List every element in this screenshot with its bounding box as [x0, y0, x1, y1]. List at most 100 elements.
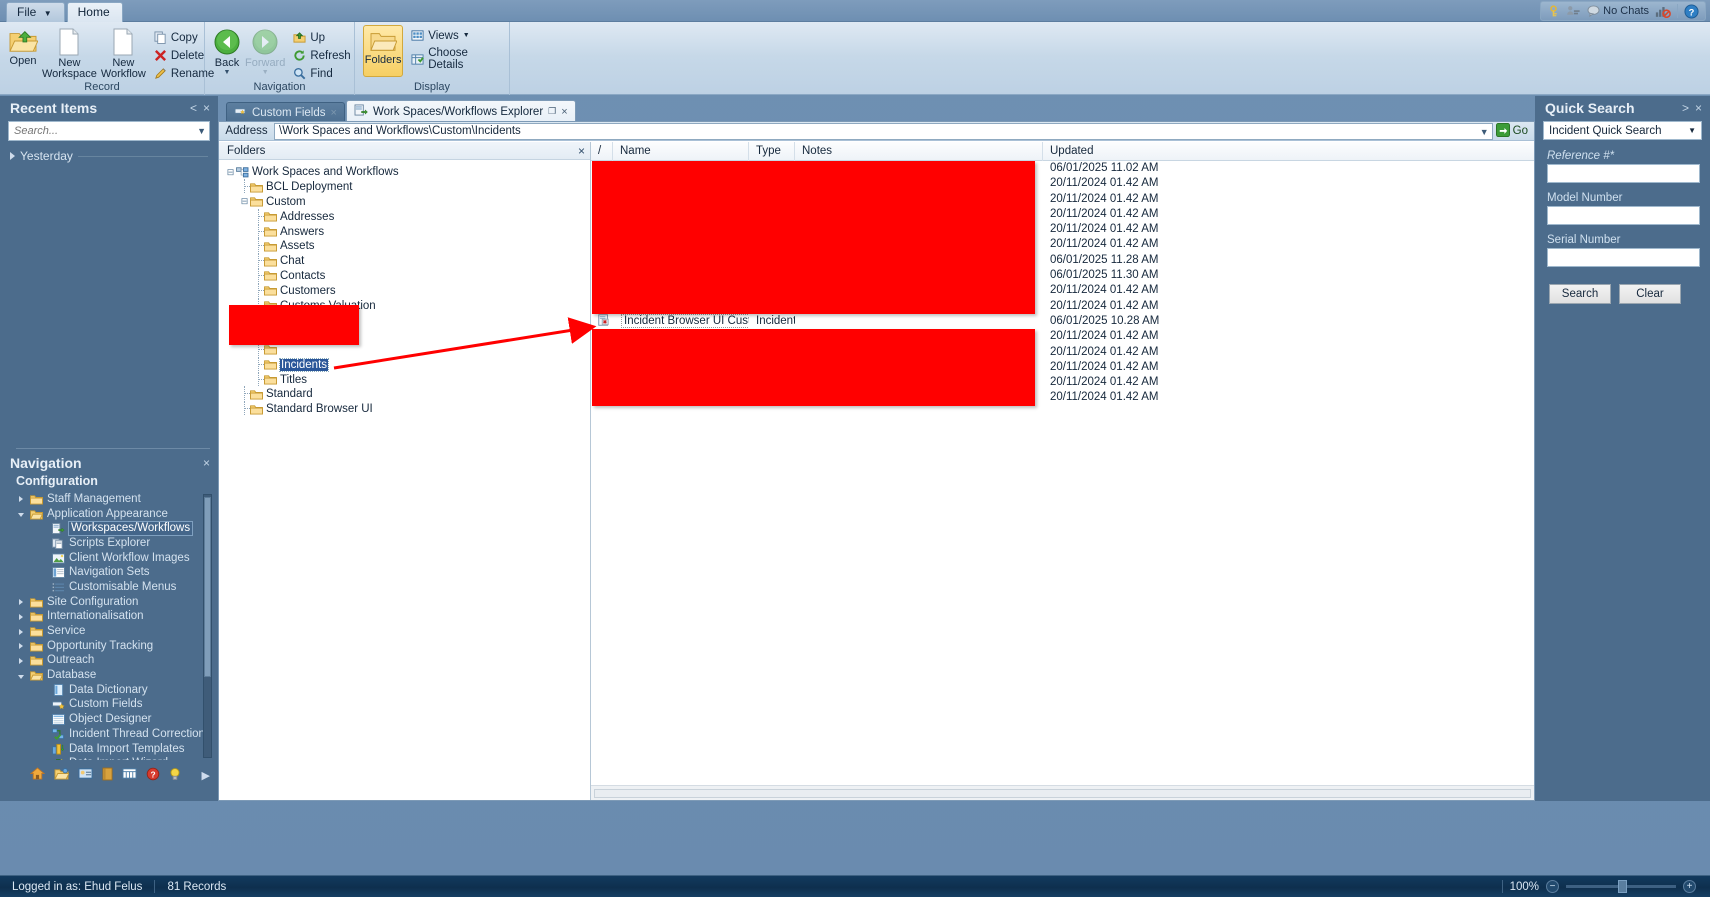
table-row[interactable]: Incident Browser UI Custom Incident 06/01/… [591, 313, 1534, 329]
chevron-right-icon[interactable] [16, 640, 26, 652]
key-icon[interactable] [1547, 4, 1560, 18]
new-workspace-button[interactable]: New Workspace [42, 25, 97, 80]
column-header-updated[interactable]: Updated [1043, 142, 1534, 161]
folder-tree-node-addresses[interactable]: Addresses [225, 208, 590, 224]
nav-item-scripts-explorer[interactable]: Scripts Explorer [8, 536, 218, 551]
nav-item-application-appearance[interactable]: Application Appearance [8, 507, 218, 522]
scrollbar-thumb[interactable] [204, 497, 211, 677]
more-arrow-icon[interactable]: ▶ [202, 769, 210, 782]
chevron-right-icon[interactable] [16, 493, 26, 505]
choose-details-button[interactable]: Choose Details [407, 46, 501, 72]
nav-item-opportunity-tracking[interactable]: Opportunity Tracking [8, 639, 218, 654]
ribbon-tab-home[interactable]: Home [66, 2, 123, 22]
tree-collapse-icon[interactable]: ⊟ [239, 196, 250, 207]
quick-search-field-input[interactable] [1547, 164, 1700, 183]
folder-tree-node-work-spaces-and-workflows[interactable]: ⊟ Work Spaces and Workflows [225, 165, 590, 180]
recent-items-search-input[interactable] [8, 121, 210, 141]
ribbon-tab-file[interactable]: File ▼ [6, 2, 65, 22]
views-button[interactable]: Views ▼ [407, 28, 501, 43]
folder-tree-node-titles[interactable]: Titles [225, 371, 590, 387]
up-button[interactable]: Up [289, 30, 354, 45]
nav-item-custom-fields[interactable]: Custom Fields [8, 698, 218, 713]
address-input[interactable]: \Work Spaces and Workflows\Custom\Incide… [274, 122, 1493, 140]
go-button[interactable]: Go [1493, 122, 1534, 140]
file-list-horizontal-scrollbar[interactable] [591, 785, 1534, 800]
nav-item-client-workflow-images[interactable]: Client Workflow Images [8, 551, 218, 566]
signal-blocked-icon[interactable] [1655, 5, 1671, 18]
document-tab-custom-fields[interactable]: Custom Fields × [226, 102, 345, 122]
quick-search-close-icon[interactable]: × [1695, 101, 1702, 115]
back-button[interactable]: Back ▼ [213, 25, 241, 76]
column-header-notes[interactable]: Notes [795, 141, 1043, 161]
folder-tree-node-incidents[interactable]: Incidents [225, 356, 590, 372]
nav-item-customisable-menus[interactable]: Customisable Menus [8, 580, 218, 595]
navigation-close-icon[interactable]: × [203, 456, 210, 470]
folder-star-icon[interactable] [54, 767, 70, 783]
column-header-type[interactable]: Type [749, 141, 795, 161]
folder-tree-node-customers[interactable]: Customers [225, 282, 590, 298]
column-header-name[interactable]: Name [613, 141, 749, 161]
forward-button[interactable]: Forward ▼ [245, 25, 285, 76]
refresh-button[interactable]: Refresh [289, 48, 354, 63]
user-permissions-icon[interactable] [1566, 5, 1581, 18]
quick-search-field-input[interactable] [1547, 206, 1700, 225]
recent-items-collapse-icon[interactable]: < [190, 101, 197, 115]
chat-status[interactable]: No Chats [1587, 5, 1649, 17]
zoom-slider-track[interactable] [1566, 880, 1676, 893]
quick-search-expand-icon[interactable]: > [1682, 101, 1689, 115]
nav-item-navigation-sets[interactable]: Navigation Sets [8, 565, 218, 580]
book-icon[interactable] [102, 767, 113, 784]
zoom-slider-thumb[interactable] [1618, 880, 1627, 893]
help-ball-icon[interactable]: ? [146, 767, 160, 784]
nav-item-internationalisation[interactable]: Internationalisation [8, 610, 218, 625]
help-icon[interactable]: ? [1684, 3, 1699, 19]
nav-item-object-designer[interactable]: Object Designer [8, 712, 218, 727]
nav-item-data-import-templates[interactable]: Data Import Templates [8, 742, 218, 757]
folder-tree-node-standard[interactable]: Standard [225, 386, 590, 402]
close-icon[interactable]: × [561, 106, 567, 118]
folder-tree-node-answers[interactable]: Answers [225, 223, 590, 239]
folder-tree-node-bcl-deployment[interactable]: BCL Deployment [225, 179, 590, 195]
new-workflow-button[interactable]: New Workflow [101, 25, 146, 80]
folder-tree-node-custom[interactable]: ⊟ Custom [225, 195, 590, 210]
recent-items-close-icon[interactable]: × [203, 101, 210, 115]
nav-item-staff-management[interactable]: Staff Management [8, 492, 218, 507]
nav-item-data-import-wizard[interactable]: Data Import Wizard [8, 756, 218, 760]
lightbulb-icon[interactable] [169, 767, 181, 784]
nav-item-incident-thread-correction[interactable]: Incident Thread Correction [8, 727, 218, 742]
find-button[interactable]: Find [289, 66, 354, 81]
close-icon[interactable]: × [331, 107, 337, 119]
restore-icon[interactable]: ❐ [548, 106, 556, 117]
tree-collapse-icon[interactable]: ⊟ [225, 167, 236, 178]
close-icon[interactable]: × [578, 144, 585, 158]
quick-search-clear-button[interactable]: Clear [1619, 284, 1681, 304]
navigation-scrollbar[interactable] [203, 494, 212, 758]
nav-item-outreach[interactable]: Outreach [8, 654, 218, 669]
zoom-out-button[interactable]: − [1546, 880, 1559, 893]
nav-item-data-dictionary[interactable]: Data Dictionary [8, 683, 218, 698]
folder-tree-node-assets[interactable]: Assets [225, 238, 590, 254]
quick-search-type-select[interactable]: Incident Quick Search ▼ [1543, 121, 1702, 140]
chevron-down-icon[interactable]: ▼ [463, 32, 470, 39]
scrollbar-track[interactable] [594, 788, 1531, 798]
chevron-down-icon[interactable]: ▼ [224, 69, 231, 76]
nav-item-site-configuration[interactable]: Site Configuration [8, 595, 218, 610]
chevron-right-icon[interactable] [16, 655, 26, 667]
folder-tree-node-contacts[interactable]: Contacts [225, 267, 590, 284]
folder-tree-node-standard-browser-ui[interactable]: Standard Browser UI [225, 401, 590, 417]
open-button[interactable]: Open [8, 25, 39, 67]
recent-items-group-yesterday[interactable]: Yesterday [0, 145, 218, 167]
contact-card-icon[interactable] [78, 767, 93, 783]
chevron-right-icon[interactable] [16, 626, 26, 638]
nav-item-database[interactable]: Database [8, 668, 218, 683]
chevron-down-icon[interactable] [16, 508, 26, 520]
folders-button[interactable]: Folders [363, 25, 404, 77]
chevron-right-icon[interactable] [16, 611, 26, 623]
grid-icon[interactable] [122, 767, 137, 783]
document-tab-workflows-explorer[interactable]: Work Spaces/Workflows Explorer ❐ × [345, 100, 576, 122]
nav-item-workspaces-workflows[interactable]: Workspaces/Workflows [8, 521, 218, 537]
zoom-in-button[interactable]: + [1683, 880, 1696, 893]
folder-tree-node-chat[interactable]: Chat [225, 253, 590, 269]
chevron-down-icon[interactable]: ▼ [197, 126, 206, 136]
chevron-right-icon[interactable] [16, 596, 26, 608]
